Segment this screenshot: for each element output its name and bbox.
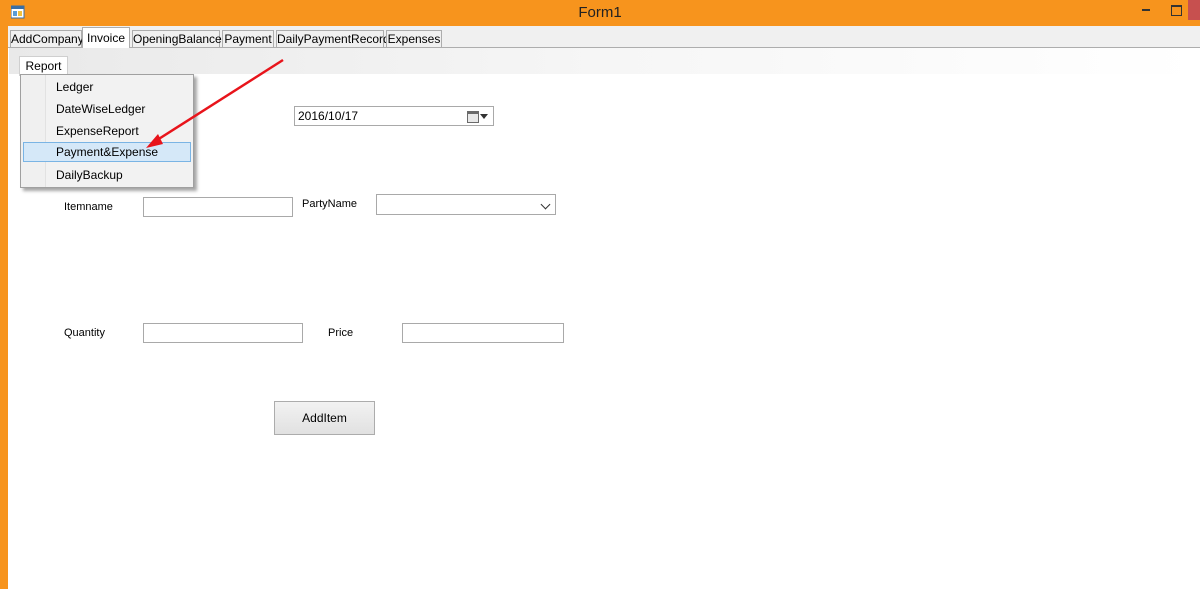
close-button[interactable] <box>1188 0 1200 20</box>
tab-dailypaymentrecord[interactable]: DailyPaymentRecord <box>276 30 390 47</box>
price-input[interactable] <box>402 323 564 343</box>
menu-strip: Report <box>9 48 1199 76</box>
date-picker[interactable]: 2016/10/17 <box>294 106 494 126</box>
minimize-icon <box>1142 9 1150 11</box>
tab-addcompany[interactable]: AddCompany <box>10 30 84 47</box>
itemname-label: Itemname <box>64 201 113 213</box>
minimize-button[interactable] <box>1130 0 1160 20</box>
price-label: Price <box>328 327 354 339</box>
tab-strip: AddCompany Invoice OpeningBalance Paymen… <box>8 26 1200 48</box>
quantity-label: Quantity <box>64 327 105 339</box>
tab-payment[interactable]: Payment <box>222 30 274 47</box>
tab-invoice[interactable]: Invoice <box>82 27 130 48</box>
dropdown-arrow-icon <box>480 114 488 119</box>
window-title: Form1 <box>578 4 622 21</box>
menu-report[interactable]: Report <box>19 56 68 76</box>
itemname-input[interactable] <box>143 197 293 217</box>
tab-openingbalance[interactable]: OpeningBalance <box>132 30 222 47</box>
date-value: 2016/10/17 <box>298 109 359 123</box>
menu-item-expensereport[interactable]: ExpenseReport <box>23 121 191 141</box>
maximize-icon <box>1171 5 1182 16</box>
menu-item-payment-expense[interactable]: Payment&Expense <box>23 142 191 162</box>
partyname-label: PartyName <box>302 198 358 210</box>
maximize-button[interactable] <box>1160 0 1190 20</box>
menu-item-datewiseledger[interactable]: DateWiseLedger <box>23 99 191 119</box>
quantity-input[interactable] <box>143 323 303 343</box>
chevron-down-icon <box>540 199 551 210</box>
partyname-combobox[interactable] <box>376 194 556 215</box>
title-bar: Form1 <box>0 0 1200 26</box>
menu-item-ledger[interactable]: Ledger <box>23 77 191 97</box>
menu-item-dailybackup[interactable]: DailyBackup <box>23 165 191 185</box>
calendar-icon <box>467 111 479 123</box>
report-dropdown-menu: Ledger DateWiseLedger ExpenseReport Paym… <box>20 74 194 188</box>
tab-expenses[interactable]: Expenses <box>386 30 442 47</box>
add-item-button[interactable]: AddItem <box>274 401 375 435</box>
